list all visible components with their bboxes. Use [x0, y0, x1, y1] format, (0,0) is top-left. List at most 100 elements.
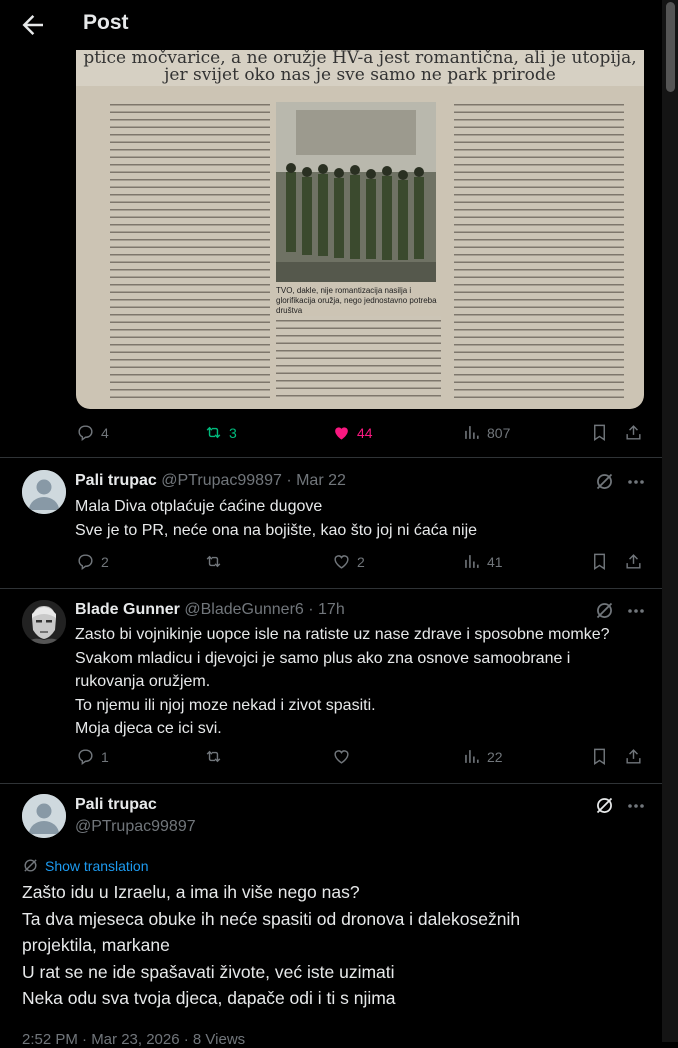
share-button[interactable] [624, 423, 643, 442]
views-icon [465, 750, 479, 763]
reply-actions: 1 22 [76, 747, 644, 771]
reply-count: 1 [101, 748, 109, 765]
share-icon [626, 425, 641, 440]
author-name[interactable]: Pali trupac [75, 796, 196, 814]
text-line: projektila, markane [22, 935, 170, 955]
more-icon[interactable] [626, 796, 646, 816]
reply-button[interactable]: 1 [76, 747, 109, 766]
bookmark-icon [594, 748, 605, 765]
reply-icon [78, 554, 93, 571]
grok-icon[interactable] [594, 600, 615, 621]
text-line: To njemu ili njoj moze nekad i zivot spa… [75, 696, 376, 714]
grok-icon[interactable] [594, 471, 615, 492]
text-line: Moja djeca ce ici svi. [75, 720, 222, 737]
image-headline: ptice močvarice, a ne oružje HV-a jest r… [76, 50, 644, 86]
reply-author-line: Pali trupac @PTrupac99897 · Mar 22 [75, 472, 346, 490]
reply-button[interactable]: 4 [76, 423, 109, 442]
bookmark-icon [594, 553, 605, 570]
default-avatar[interactable] [22, 470, 66, 514]
reply-author-line: Blade Gunner @BladeGunner6 · 17h [75, 601, 345, 619]
heart-icon [334, 750, 349, 764]
views-count: 22 [487, 748, 503, 765]
repost-button[interactable]: 3 [204, 423, 237, 442]
text-line: Neka odu sva tvoja djeca, dapače odi i t… [22, 988, 396, 1008]
repost-icon [206, 750, 221, 763]
like-button[interactable] [332, 747, 351, 766]
text-line: Ta dva mjeseca obuke ih neće spasiti od … [22, 908, 521, 929]
author-handle[interactable]: @BladeGunner6 [184, 601, 303, 618]
reply-icon [78, 425, 93, 442]
scrollbar-thumb[interactable] [666, 2, 675, 92]
views-icon [465, 555, 479, 568]
text-column-left [110, 100, 270, 400]
top-bar: Post [0, 0, 662, 50]
reply-count: 4 [101, 424, 109, 441]
views-count: 41 [487, 553, 503, 570]
author-name[interactable]: Pali trupac [75, 472, 157, 489]
share-button[interactable] [624, 747, 643, 766]
focused-text: Zašto idu u Izraelu, a ima ih više nego … [22, 879, 520, 1012]
like-count: 2 [357, 553, 365, 570]
back-arrow-icon[interactable] [18, 10, 48, 40]
post-image[interactable]: ptice močvarice, a ne oružje HV-a jest r… [76, 50, 644, 409]
views-icon [465, 426, 479, 439]
photo-caption: TVO, dakle, nije romantizacija nasilja i… [276, 286, 437, 315]
views-count: 807 [487, 424, 511, 441]
reply-text: Zasto bi vojnikinje uopce isle na ratist… [75, 623, 610, 741]
scrollbar[interactable] [662, 0, 678, 1042]
show-translation-link[interactable]: Show translation [22, 857, 149, 874]
post-time[interactable]: · Mar 22 [286, 472, 346, 489]
share-icon [626, 749, 641, 764]
show-translation-label[interactable]: Show translation [45, 858, 149, 874]
text-line: Zašto idu u Izraelu, a ima ih više nego … [22, 882, 360, 902]
image-headline-line2: jer svijet oko nas je sve samo ne park p… [164, 65, 556, 85]
heart-filled-icon [335, 427, 348, 440]
reply-actions: 2 2 41 [76, 552, 644, 576]
translate-icon [24, 859, 37, 872]
text-line: rukovanja oružjem. [75, 673, 211, 690]
share-button[interactable] [624, 552, 643, 571]
bookmark-button[interactable] [590, 747, 609, 766]
divider [0, 783, 662, 784]
more-icon[interactable] [626, 472, 646, 492]
author-name[interactable]: Blade Gunner [75, 601, 180, 618]
author-handle[interactable]: @PTrupac99897 [161, 472, 282, 489]
text-line: Svakom mladicu i djevojci je samo plus a… [75, 649, 571, 667]
text-line: U rat se ne ide spašavati živote, već is… [22, 961, 395, 982]
share-icon [626, 554, 641, 569]
divider [0, 588, 662, 589]
reply-button[interactable]: 2 [76, 552, 109, 571]
repost-button[interactable] [204, 552, 223, 571]
author-handle[interactable]: @PTrupac99897 [75, 818, 196, 836]
bookmark-button[interactable] [590, 423, 609, 442]
like-button[interactable]: 44 [332, 423, 373, 442]
divider [0, 457, 662, 458]
text-column-right [454, 100, 624, 400]
post-actions: 4 3 44 807 [76, 423, 644, 447]
default-avatar[interactable] [22, 794, 66, 838]
reply-count: 2 [101, 553, 109, 570]
repost-icon [206, 555, 221, 568]
soldiers-photo [276, 102, 436, 282]
like-count: 44 [357, 424, 373, 441]
bookmark-button[interactable] [590, 552, 609, 571]
post-timestamp[interactable]: 2:52 PM · Mar 23, 2026 · 8 Views [22, 1031, 245, 1048]
author-block: Pali trupac @PTrupac99897 [75, 796, 196, 836]
page-title: Post [83, 11, 129, 34]
post-time[interactable]: · 17h [308, 601, 344, 618]
repost-button[interactable] [204, 747, 223, 766]
views-button[interactable]: 41 [462, 552, 503, 571]
repost-count: 3 [229, 424, 237, 441]
grok-icon[interactable] [594, 795, 615, 816]
repost-icon [206, 426, 221, 439]
avatar[interactable] [22, 600, 66, 644]
like-button[interactable]: 2 [332, 552, 365, 571]
reply-text: Mala Diva otplaćuje ćaćine dugove Sve je… [75, 495, 477, 542]
text-line: Mala Diva otplaćuje ćaćine dugove [75, 498, 323, 515]
views-button[interactable]: 22 [462, 747, 503, 766]
views-button[interactable]: 807 [462, 423, 510, 442]
more-icon[interactable] [626, 601, 646, 621]
text-column-middle [276, 316, 441, 400]
heart-icon [334, 555, 349, 569]
text-line: Zasto bi vojnikinje uopce isle na ratist… [75, 626, 610, 643]
